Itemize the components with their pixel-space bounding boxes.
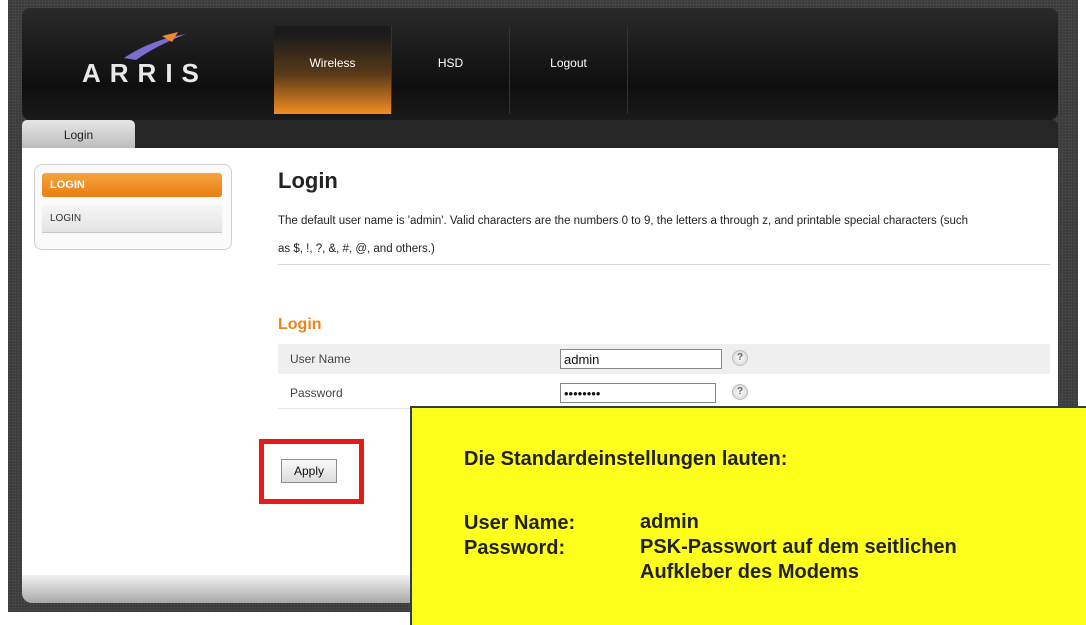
user-name-input[interactable]: admin [560, 349, 722, 369]
note-password-line-1: PSK-Passwort auf dem seitlichen [640, 536, 957, 558]
sidebar-item-login[interactable]: LOGIN [42, 205, 222, 233]
arris-logo: ARRIS [78, 32, 208, 92]
user-name-row: User Name admin ? [278, 344, 1050, 374]
note-user-value: admin [640, 511, 699, 533]
tab-login[interactable]: Login [22, 120, 135, 148]
sidebar: LOGIN LOGIN [34, 164, 232, 250]
password-input[interactable]: •••••••• [560, 383, 716, 403]
note-user-label: User Name: [464, 512, 576, 534]
annotation-note: Die Standardeinstellungen lauten: User N… [410, 406, 1086, 625]
user-name-label: User Name [290, 352, 351, 366]
nav-wireless[interactable]: Wireless [274, 26, 392, 114]
nav-wireless-label: Wireless [309, 56, 356, 70]
password-row: Password •••••••• ? [278, 378, 1050, 409]
page-title: Login [278, 168, 338, 193]
sidebar-header-login[interactable]: LOGIN [42, 173, 222, 197]
tab-strip: Login [22, 120, 1058, 148]
help-icon[interactable]: ? [732, 350, 748, 366]
header-bar: ARRIS Wireless HSD Logout [22, 8, 1058, 120]
note-password-line-2: Aufkleber des Modems [640, 561, 859, 583]
help-icon[interactable]: ? [732, 384, 748, 400]
section-title: Login [278, 316, 322, 333]
password-label: Password [290, 386, 343, 400]
top-nav: Wireless HSD Logout [274, 26, 628, 114]
nav-hsd[interactable]: HSD [392, 26, 510, 114]
note-heading: Die Standardeinstellungen lauten: [464, 448, 788, 470]
description-line-2: as $, !, ?, &, #, @, and others.) [278, 243, 435, 255]
nav-logout-label: Logout [550, 56, 587, 70]
divider [278, 264, 1050, 265]
note-password-value: PSK-Passwort auf dem seitlichen Aufklebe… [640, 535, 1060, 585]
apply-highlight-box [259, 439, 364, 504]
note-password-label: Password: [464, 537, 566, 559]
nav-logout[interactable]: Logout [510, 26, 628, 114]
nav-hsd-label: HSD [437, 56, 464, 70]
description-line-1: The default user name is 'admin'. Valid … [278, 215, 969, 227]
page-description: The default user name is 'admin'. Valid … [278, 207, 1054, 263]
logo-text: ARRIS [82, 58, 208, 88]
